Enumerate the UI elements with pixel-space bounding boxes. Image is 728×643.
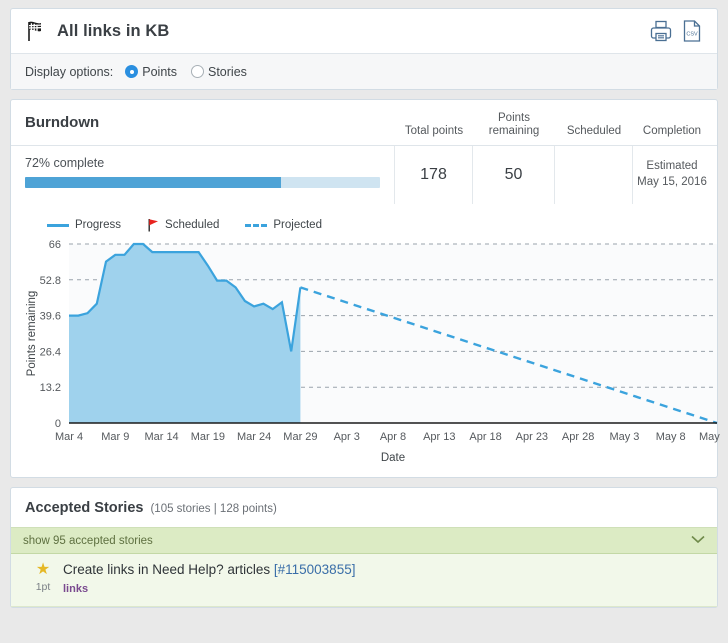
story-title-line: Create links in Need Help? articles [#11…: [63, 562, 705, 579]
value-points-remaining: 50: [473, 146, 555, 204]
radio-points-label: Points: [142, 65, 177, 79]
value-completion: Estimated May 15, 2016: [633, 146, 717, 204]
svg-text:May 8: May 8: [656, 431, 686, 443]
col-header-points-remaining: Points remaining: [473, 100, 555, 145]
story-content: Create links in Need Help? articles [#11…: [63, 562, 705, 597]
chevron-down-icon[interactable]: [691, 535, 705, 547]
burndown-stats-row: 72% complete 178 50 Estimated May 15, 20…: [11, 146, 717, 204]
story-title-text: Create links in Need Help? articles: [63, 562, 270, 577]
col-header-remaining-line1: Points: [498, 112, 530, 124]
legend-progress-swatch: [47, 224, 69, 227]
col-header-scheduled: Scheduled: [555, 100, 633, 145]
svg-text:13.2: 13.2: [40, 382, 61, 394]
display-options-bar: Display options: Points Stories: [11, 54, 717, 89]
value-scheduled: [555, 146, 633, 204]
legend-progress-label: Progress: [75, 219, 121, 231]
burndown-title: Burndown: [11, 100, 395, 145]
show-accepted-stories-label: show 95 accepted stories: [23, 535, 153, 547]
col-header-scheduled-label: Scheduled: [567, 125, 621, 138]
svg-text:66: 66: [49, 239, 61, 251]
svg-text:Apr 3: Apr 3: [334, 431, 360, 443]
completion-date: May 15, 2016: [637, 176, 707, 188]
svg-text:Mar 14: Mar 14: [144, 431, 178, 443]
percent-complete-label: 72% complete: [25, 156, 380, 170]
legend-item-projected: Projected: [245, 219, 322, 231]
col-header-total-points-label: Total points: [405, 125, 463, 138]
value-total-points: 178: [395, 146, 473, 204]
page-root: All links in KB CSV: [0, 0, 728, 643]
burndown-chart-area: Progress Scheduled Projected 013.: [11, 204, 717, 477]
legend-item-progress: Progress: [47, 219, 121, 231]
svg-text:Apr 13: Apr 13: [423, 431, 455, 443]
radio-option-stories[interactable]: Stories: [191, 65, 247, 79]
header-top-bar: All links in KB CSV: [11, 9, 717, 54]
red-flag-icon: [147, 218, 160, 232]
svg-text:Apr 18: Apr 18: [469, 431, 501, 443]
svg-text:Apr 23: Apr 23: [516, 431, 548, 443]
burndown-header-row: Burndown Total points Points remaining S…: [11, 100, 717, 146]
legend-projected-label: Projected: [273, 219, 322, 231]
svg-text:Date: Date: [381, 452, 405, 464]
svg-text:52.8: 52.8: [40, 275, 61, 287]
accepted-stories-title: Accepted Stories: [25, 500, 143, 516]
progress-bar-track: [25, 177, 380, 188]
svg-text:May 3: May 3: [609, 431, 639, 443]
col-header-completion-label: Completion: [643, 125, 701, 138]
col-header-points-remaining-label: Points remaining: [489, 112, 540, 138]
show-accepted-stories-toggle[interactable]: show 95 accepted stories: [11, 528, 717, 554]
accepted-stories-header: Accepted Stories (105 stories | 128 poin…: [11, 488, 717, 528]
csv-export-icon[interactable]: CSV: [681, 19, 703, 43]
story-points: 1pt: [23, 581, 63, 593]
svg-text:Mar 29: Mar 29: [283, 431, 317, 443]
radio-points-indicator[interactable]: [125, 65, 138, 78]
header-actions: CSV: [650, 19, 703, 43]
col-header-total-points: Total points: [395, 100, 473, 145]
accepted-stories-summary: (105 stories | 128 points): [150, 503, 276, 515]
chart-legend: Progress Scheduled Projected: [21, 214, 707, 234]
progress-bar-fill: [25, 177, 281, 188]
radio-stories-indicator[interactable]: [191, 65, 204, 78]
svg-text:26.4: 26.4: [40, 346, 61, 358]
story-id-link[interactable]: [#115003855]: [274, 562, 356, 577]
svg-text:May 13: May 13: [699, 431, 723, 443]
svg-text:0: 0: [55, 418, 61, 430]
display-options-label: Display options:: [25, 65, 113, 79]
svg-text:Mar 4: Mar 4: [55, 431, 83, 443]
completion-prefix: Estimated: [646, 160, 697, 172]
legend-projected-swatch: [245, 224, 267, 227]
story-meta: ★ 1pt: [23, 562, 63, 597]
svg-text:39.6: 39.6: [40, 311, 61, 323]
svg-text:Mar 24: Mar 24: [237, 431, 271, 443]
page-title: All links in KB: [57, 22, 169, 41]
burndown-chart-svg: 0 13.2 26.4 39.6 52.8 66 Mar 4 Mar 9 Mar 14 Mar 1…: [21, 234, 723, 469]
story-tag-link[interactable]: links: [63, 583, 88, 595]
star-icon: ★: [23, 562, 63, 578]
legend-scheduled-label: Scheduled: [165, 219, 219, 231]
svg-text:Mar 9: Mar 9: [101, 431, 129, 443]
svg-text:Mar 19: Mar 19: [191, 431, 225, 443]
radio-option-points[interactable]: Points: [125, 65, 177, 79]
header-card: All links in KB CSV: [10, 8, 718, 90]
radio-stories-label: Stories: [208, 65, 247, 79]
checkered-flag-icon: [25, 20, 49, 42]
col-header-completion: Completion: [633, 100, 717, 145]
svg-text:Apr 8: Apr 8: [380, 431, 406, 443]
svg-text:CSV: CSV: [686, 32, 698, 38]
legend-item-scheduled: Scheduled: [147, 218, 219, 232]
svg-text:Points remaining: Points remaining: [26, 291, 38, 377]
printer-icon[interactable]: [650, 19, 672, 43]
story-row[interactable]: ★ 1pt Create links in Need Help? article…: [11, 554, 717, 607]
svg-text:Apr 28: Apr 28: [562, 431, 594, 443]
burndown-card: Burndown Total points Points remaining S…: [10, 99, 718, 478]
col-header-remaining-line2: remaining: [489, 125, 540, 137]
accepted-stories-card: Accepted Stories (105 stories | 128 poin…: [10, 487, 718, 608]
progress-cell: 72% complete: [11, 146, 395, 204]
